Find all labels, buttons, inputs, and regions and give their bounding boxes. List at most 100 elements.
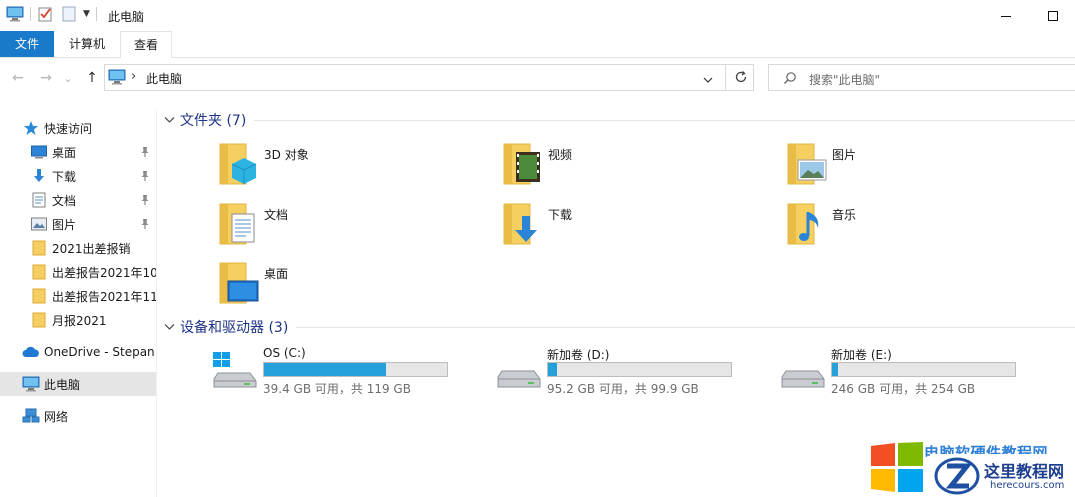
folder-downloads[interactable]: 下载 — [502, 202, 762, 252]
drive-e[interactable]: 新加卷 (E:) 246 GB 可用，共 254 GB — [780, 347, 1050, 397]
drive-usage-bar — [831, 362, 1016, 377]
document-icon — [30, 192, 48, 208]
folder-label: 文档 — [264, 208, 289, 222]
folder-videos[interactable]: 视频 — [502, 142, 762, 192]
breadcrumb-chevron-icon[interactable]: › — [131, 69, 136, 84]
navigation-bar: ← → ⌄ ↑ › 此电脑 搜索"此电脑" — [0, 58, 1075, 98]
folder-icon — [30, 288, 48, 304]
sidebar-item-label: OneDrive - Stepan — [44, 345, 155, 359]
folder-label: 下载 — [548, 208, 573, 222]
address-bar[interactable]: › 此电脑 — [104, 64, 754, 91]
sidebar-item-label: 下载 — [52, 169, 77, 184]
search-input[interactable]: 搜索"此电脑" — [809, 71, 880, 88]
sidebar-item-label: 出差报告2021年11月 — [52, 289, 156, 304]
group-header-folders[interactable]: 文件夹 (7) — [164, 110, 1075, 130]
folder-desktop[interactable]: 桌面 — [218, 261, 478, 311]
folder-music-icon — [787, 203, 819, 245]
refresh-icon[interactable] — [734, 70, 748, 87]
sidebar-item-label: 2021出差报销 — [52, 241, 131, 256]
drive-name: 新加卷 (E:) — [831, 348, 892, 362]
group-title: 文件夹 (7) — [180, 113, 247, 129]
sidebar-item-desktop[interactable]: 桌面 — [0, 140, 156, 164]
sidebar-item-label: 月报2021 — [52, 313, 107, 328]
title-bar: ▼ 此电脑 — [0, 0, 1075, 31]
minimize-icon — [1001, 15, 1011, 17]
sidebar-item-onedrive[interactable]: OneDrive - Stepan — [0, 340, 156, 364]
minimize-button[interactable] — [986, 4, 1026, 28]
sidebar-item-quick-access[interactable]: 快速访问 — [0, 116, 156, 140]
windows-logo-icon — [871, 442, 923, 492]
address-divider — [725, 65, 726, 90]
back-arrow-icon[interactable]: ← — [10, 70, 26, 86]
computer-icon[interactable] — [6, 6, 24, 22]
ribbon-tabs: 文件 计算机 查看 — [0, 31, 1075, 58]
pin-icon[interactable] — [140, 194, 150, 209]
tab-view[interactable]: 查看 — [120, 31, 172, 58]
sidebar-item-downloads[interactable]: 下载 — [0, 164, 156, 188]
pin-icon[interactable] — [140, 170, 150, 185]
breadcrumb-location[interactable]: 此电脑 — [146, 70, 182, 87]
sidebar-item-pictures[interactable]: 图片 — [0, 212, 156, 236]
tab-computer[interactable]: 计算机 — [57, 31, 117, 57]
drive-usage-bar — [263, 362, 448, 377]
forward-arrow-icon[interactable]: → — [38, 70, 54, 86]
sidebar-item-recent-folder[interactable]: 2021出差报销 — [0, 236, 156, 260]
pin-icon[interactable] — [140, 146, 150, 161]
folder-icon — [30, 312, 48, 328]
sidebar-item-recent-folder[interactable]: 月报2021 — [0, 308, 156, 332]
folder-documents-icon — [219, 203, 255, 245]
customize-toolbar-icon[interactable]: ▼ — [83, 9, 90, 19]
desktop-icon — [30, 144, 48, 160]
maximize-button[interactable] — [1033, 4, 1073, 28]
search-icon — [783, 71, 797, 88]
drive-name: 新加卷 (D:) — [547, 348, 610, 362]
chevron-down-icon[interactable] — [164, 321, 176, 334]
folder-3d-objects[interactable]: 3D 对象 — [218, 142, 478, 192]
watermark: 电脑软硬件教程网 这里教程网 herecours.com — [868, 440, 1075, 497]
group-divider — [296, 326, 1075, 328]
picture-icon — [30, 216, 48, 232]
pin-icon[interactable] — [140, 218, 150, 233]
sidebar-item-label: 网络 — [44, 409, 69, 424]
sidebar-item-this-pc[interactable]: 此电脑 — [0, 372, 156, 396]
address-dropdown-icon[interactable] — [703, 73, 713, 87]
sidebar-item-label: 文档 — [52, 193, 77, 208]
folder-label: 3D 对象 — [264, 148, 309, 162]
group-header-drives[interactable]: 设备和驱动器 (3) — [164, 317, 1075, 337]
sidebar-item-label: 桌面 — [52, 145, 77, 160]
folder-label: 视频 — [548, 148, 573, 162]
quick-access-toolbar: ▼ — [6, 6, 97, 22]
drive-usage-fill — [832, 363, 838, 376]
maximize-icon — [1048, 11, 1058, 21]
download-icon — [30, 168, 48, 184]
sidebar-item-label: 此电脑 — [44, 377, 81, 392]
folder-documents[interactable]: 文档 — [218, 202, 478, 252]
sidebar-item-documents[interactable]: 文档 — [0, 188, 156, 212]
properties-icon[interactable] — [37, 6, 53, 22]
new-folder-icon[interactable] — [61, 6, 77, 22]
folder-videos-icon — [503, 143, 540, 185]
folder-pictures[interactable]: 图片 — [786, 142, 1046, 192]
folder-music[interactable]: 音乐 — [786, 202, 1046, 252]
drive-free-space: 246 GB 可用，共 254 GB — [831, 382, 976, 396]
sidebar-item-label: 图片 — [52, 217, 77, 232]
toolbar-divider — [30, 7, 31, 21]
window-title: 此电脑 — [108, 10, 145, 24]
up-arrow-icon[interactable]: ↑ — [84, 70, 100, 86]
z-logo-icon — [934, 457, 980, 495]
chevron-down-icon[interactable] — [164, 114, 176, 127]
folder-icon — [30, 264, 48, 280]
tab-file[interactable]: 文件 — [0, 31, 54, 57]
drive-c[interactable]: OS (C:) 39.4 GB 可用，共 119 GB — [212, 346, 482, 397]
sidebar-item-network[interactable]: 网络 — [0, 404, 156, 428]
search-box[interactable]: 搜索"此电脑" — [768, 64, 1075, 91]
computer-icon — [22, 376, 40, 392]
sidebar-item-recent-folder[interactable]: 出差报告2021年10月 — [0, 260, 156, 284]
recent-locations-icon[interactable]: ⌄ — [62, 70, 74, 86]
drive-d[interactable]: 新加卷 (D:) 95.2 GB 可用，共 99.9 GB — [496, 347, 766, 397]
group-divider — [254, 119, 1075, 121]
folder-icon — [30, 240, 48, 256]
sidebar-item-label: 出差报告2021年10月 — [52, 265, 156, 280]
folder-downloads-icon — [503, 203, 537, 245]
sidebar-item-recent-folder[interactable]: 出差报告2021年11月 — [0, 284, 156, 308]
